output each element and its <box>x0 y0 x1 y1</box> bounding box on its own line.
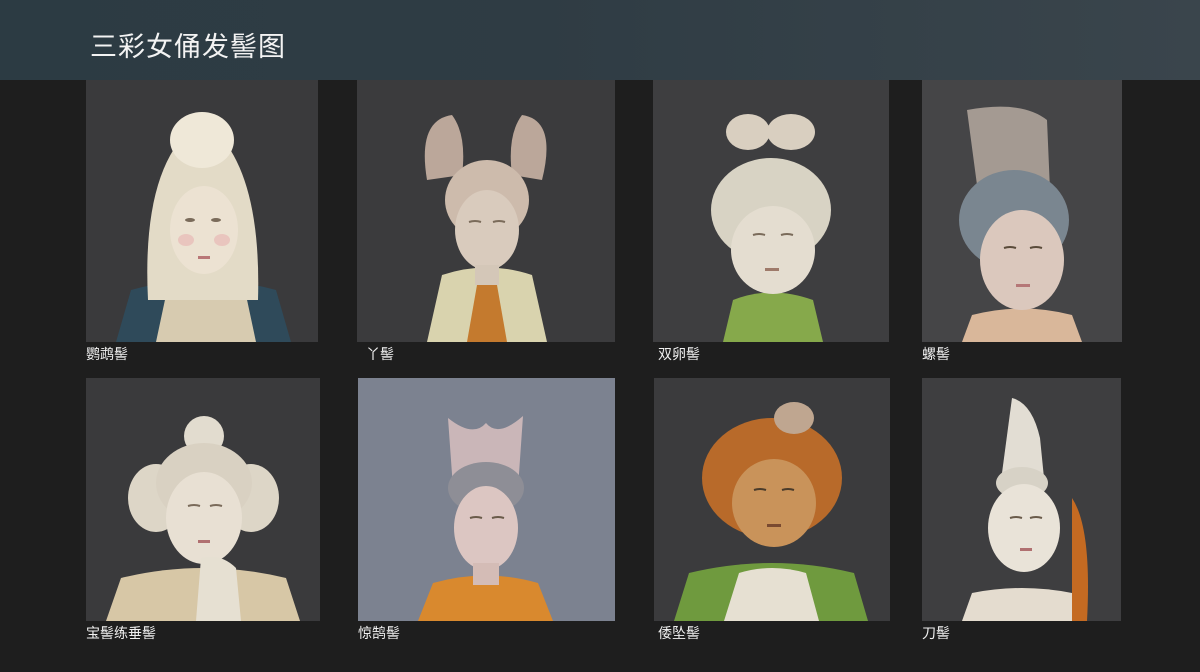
figure-image-double-egg-bun <box>653 80 889 342</box>
figure-image-startled-swan-bun <box>358 378 615 621</box>
page-title: 三彩女俑发髻图 <box>90 32 286 63</box>
figure-caption: 螺髻 <box>922 347 950 363</box>
figure-caption: 双卵髻 <box>658 347 700 363</box>
header-bar: 三彩女俑发髻图 <box>0 0 1200 80</box>
figure-caption: 刀髻 <box>922 626 950 642</box>
figure-caption: 丫髻 <box>366 347 394 363</box>
figure-image-spiral-bun <box>922 80 1122 342</box>
figure-image-knife-bun <box>922 378 1121 621</box>
figure-caption: 宝髻练垂髻 <box>86 626 156 642</box>
figure-image-drooping-bun <box>654 378 890 621</box>
figure-image-parrot-bun <box>86 80 318 342</box>
figure-caption: 倭坠髻 <box>658 626 700 642</box>
figure-image-jeweled-hanging-bun <box>86 378 320 621</box>
figure-caption: 鹦鹉髻 <box>86 347 128 363</box>
figure-caption: 惊鹄髻 <box>358 626 400 642</box>
figure-image-twin-forked-bun <box>357 80 615 342</box>
